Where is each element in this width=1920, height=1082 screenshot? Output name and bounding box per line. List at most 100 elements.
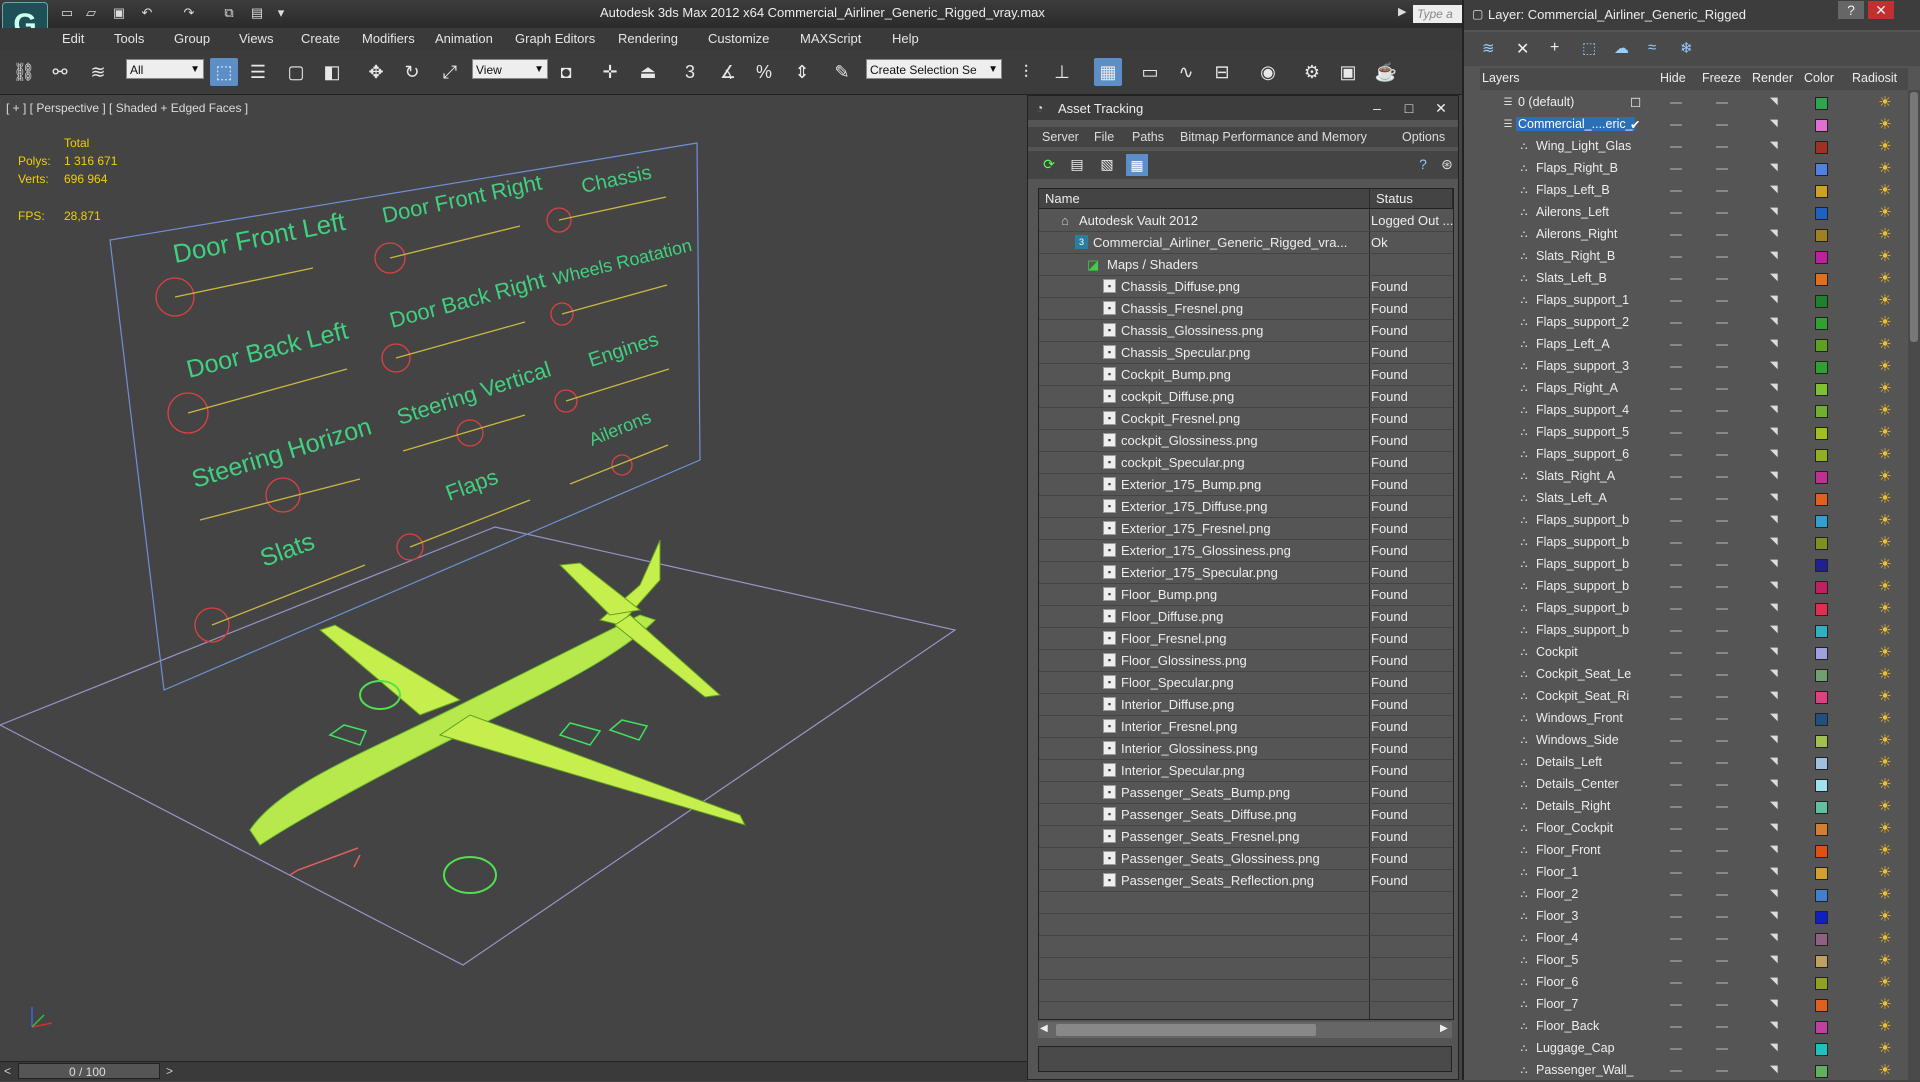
- layer-color-swatch[interactable]: [1815, 537, 1828, 550]
- timeline-prev-button[interactable]: <: [4, 1064, 11, 1078]
- asset-row[interactable]: ▪ Passenger_Seats_Glossiness.png Found: [1039, 848, 1453, 870]
- layer-name[interactable]: Floor_7: [1534, 997, 1580, 1011]
- hide-toggle[interactable]: [1670, 674, 1682, 676]
- menu-animation[interactable]: Animation: [435, 31, 493, 46]
- layer-row[interactable]: ⛬ Flaps_support_b ◥ ☀: [1480, 576, 1908, 598]
- time-slider-thumb[interactable]: 0 / 100: [18, 1063, 160, 1079]
- asset-row[interactable]: ▪ Exterior_175_Specular.png Found: [1039, 562, 1453, 584]
- layer-row[interactable]: ⛬ Flaps_support_b ◥ ☀: [1480, 532, 1908, 554]
- layer-name[interactable]: Flaps_support_b: [1534, 557, 1631, 571]
- layer-row[interactable]: ⛬ Flaps_Left_B ◥ ☀: [1480, 180, 1908, 202]
- layer-name[interactable]: Cockpit_Seat_Ri: [1534, 689, 1631, 703]
- edit-named-selection-icon[interactable]: ✎: [828, 58, 856, 86]
- freeze-toggle[interactable]: [1716, 388, 1728, 390]
- radiosity-icon[interactable]: ☀: [1876, 908, 1894, 926]
- freeze-toggle[interactable]: [1716, 278, 1728, 280]
- layer-color-swatch[interactable]: [1815, 141, 1828, 154]
- project-folder-icon[interactable]: ▤: [248, 4, 266, 22]
- layer-color-swatch[interactable]: [1815, 999, 1828, 1012]
- radiosity-icon[interactable]: ☀: [1876, 204, 1894, 222]
- radiosity-icon[interactable]: ☀: [1876, 1062, 1894, 1080]
- render-teapot-icon[interactable]: ◥: [1770, 867, 1782, 877]
- freeze-toggle[interactable]: [1716, 806, 1728, 808]
- layer-row[interactable]: ☰ Commercial_....eric_ ✔ ◥ ☀: [1480, 114, 1908, 136]
- layer-scrollbar[interactable]: [1908, 90, 1920, 1080]
- mirror-icon[interactable]: ⫶: [1012, 58, 1040, 86]
- freeze-unfreeze-all-icon[interactable]: ❄: [1680, 39, 1700, 59]
- hide-toggle[interactable]: [1670, 740, 1682, 742]
- steering-horizon-handle[interactable]: [265, 477, 301, 513]
- curve-editor-icon[interactable]: ∿: [1172, 58, 1200, 86]
- render-teapot-icon[interactable]: ◥: [1770, 669, 1782, 679]
- render-teapot-icon[interactable]: ◥: [1770, 515, 1782, 525]
- radiosity-icon[interactable]: ☀: [1876, 138, 1894, 156]
- pin-icon[interactable]: ⊛: [1438, 156, 1456, 174]
- hide-toggle[interactable]: [1670, 960, 1682, 962]
- hide-toggle[interactable]: [1670, 894, 1682, 896]
- layer-color-swatch[interactable]: [1815, 735, 1828, 748]
- hide-toggle[interactable]: [1670, 212, 1682, 214]
- radiosity-icon[interactable]: ☀: [1876, 380, 1894, 398]
- undo-icon[interactable]: ↶: [138, 4, 156, 22]
- freeze-toggle[interactable]: [1716, 630, 1728, 632]
- layer-row[interactable]: ⛬ Windows_Front ◥ ☀: [1480, 708, 1908, 730]
- render-teapot-icon[interactable]: ◥: [1770, 691, 1782, 701]
- freeze-toggle[interactable]: [1716, 850, 1728, 852]
- render-teapot-icon[interactable]: ◥: [1770, 779, 1782, 789]
- asset-row[interactable]: ▪ Exterior_175_Glossiness.png Found: [1039, 540, 1453, 562]
- hide-toggle[interactable]: [1670, 476, 1682, 478]
- rectangular-selection-icon[interactable]: ▢: [282, 58, 310, 86]
- freeze-toggle[interactable]: [1716, 1026, 1728, 1028]
- hide-toggle[interactable]: [1670, 982, 1682, 984]
- layer-name[interactable]: Floor_5: [1534, 953, 1580, 967]
- freeze-toggle[interactable]: [1716, 542, 1728, 544]
- layer-color-swatch[interactable]: [1815, 1065, 1828, 1078]
- layer-row[interactable]: ⛬ Flaps_Right_A ◥ ☀: [1480, 378, 1908, 400]
- render-teapot-icon[interactable]: ◥: [1770, 735, 1782, 745]
- render-teapot-icon[interactable]: ◥: [1770, 207, 1782, 217]
- render-teapot-icon[interactable]: ◥: [1770, 625, 1782, 635]
- asset-row[interactable]: ▪ cockpit_Diffuse.png Found: [1039, 386, 1453, 408]
- freeze-toggle[interactable]: [1716, 608, 1728, 610]
- freeze-toggle[interactable]: [1716, 102, 1728, 104]
- layer-name[interactable]: Commercial_....eric_: [1516, 117, 1635, 131]
- freeze-toggle[interactable]: [1716, 894, 1728, 896]
- radiosity-icon[interactable]: ☀: [1876, 468, 1894, 486]
- hide-toggle[interactable]: [1670, 762, 1682, 764]
- render-teapot-icon[interactable]: ◥: [1770, 163, 1782, 173]
- layer-color-swatch[interactable]: [1815, 185, 1828, 198]
- layer-name[interactable]: Luggage_Cap: [1534, 1041, 1617, 1055]
- layer-name[interactable]: Flaps_support_6: [1534, 447, 1631, 461]
- rendered-frame-window-icon[interactable]: ▣: [1334, 58, 1362, 86]
- radiosity-icon[interactable]: ☀: [1876, 864, 1894, 882]
- asset-row[interactable]: ▪ Floor_Fresnel.png Found: [1039, 628, 1453, 650]
- help-icon[interactable]: ?: [1838, 1, 1864, 19]
- layer-name[interactable]: Floor_4: [1534, 931, 1580, 945]
- time-slider[interactable]: < 0 / 100 >: [0, 1061, 1027, 1081]
- layer-name[interactable]: Flaps_support_5: [1534, 425, 1631, 439]
- layer-row[interactable]: ⛬ Floor_Cockpit ◥ ☀: [1480, 818, 1908, 840]
- freeze-toggle[interactable]: [1716, 344, 1728, 346]
- render-teapot-icon[interactable]: ◥: [1770, 405, 1782, 415]
- hide-toggle[interactable]: [1670, 608, 1682, 610]
- thumbnail-view-icon[interactable]: ▧: [1098, 156, 1116, 174]
- freeze-toggle[interactable]: [1716, 454, 1728, 456]
- render-teapot-icon[interactable]: ◥: [1770, 977, 1782, 987]
- render-teapot-icon[interactable]: ◥: [1770, 1065, 1782, 1075]
- hide-toggle[interactable]: [1670, 190, 1682, 192]
- layer-name[interactable]: Passenger_Wall_: [1534, 1063, 1636, 1077]
- airliner-model[interactable]: [249, 539, 746, 894]
- radiosity-icon[interactable]: ☀: [1876, 820, 1894, 838]
- layer-color-swatch[interactable]: [1815, 713, 1828, 726]
- asset-row[interactable]: ▪ Floor_Bump.png Found: [1039, 584, 1453, 606]
- radiosity-icon[interactable]: ☀: [1876, 974, 1894, 992]
- asset-menu-options[interactable]: Options: [1402, 130, 1445, 144]
- layer-name[interactable]: Flaps_support_b: [1534, 579, 1631, 593]
- hide-toggle[interactable]: [1670, 146, 1682, 148]
- radiosity-icon[interactable]: ☀: [1876, 1018, 1894, 1036]
- radiosity-icon[interactable]: ☀: [1876, 446, 1894, 464]
- layer-color-swatch[interactable]: [1815, 691, 1828, 704]
- help-icon[interactable]: ?: [1414, 156, 1432, 174]
- asset-row[interactable]: ▪ Chassis_Specular.png Found: [1039, 342, 1453, 364]
- radiosity-icon[interactable]: ☀: [1876, 754, 1894, 772]
